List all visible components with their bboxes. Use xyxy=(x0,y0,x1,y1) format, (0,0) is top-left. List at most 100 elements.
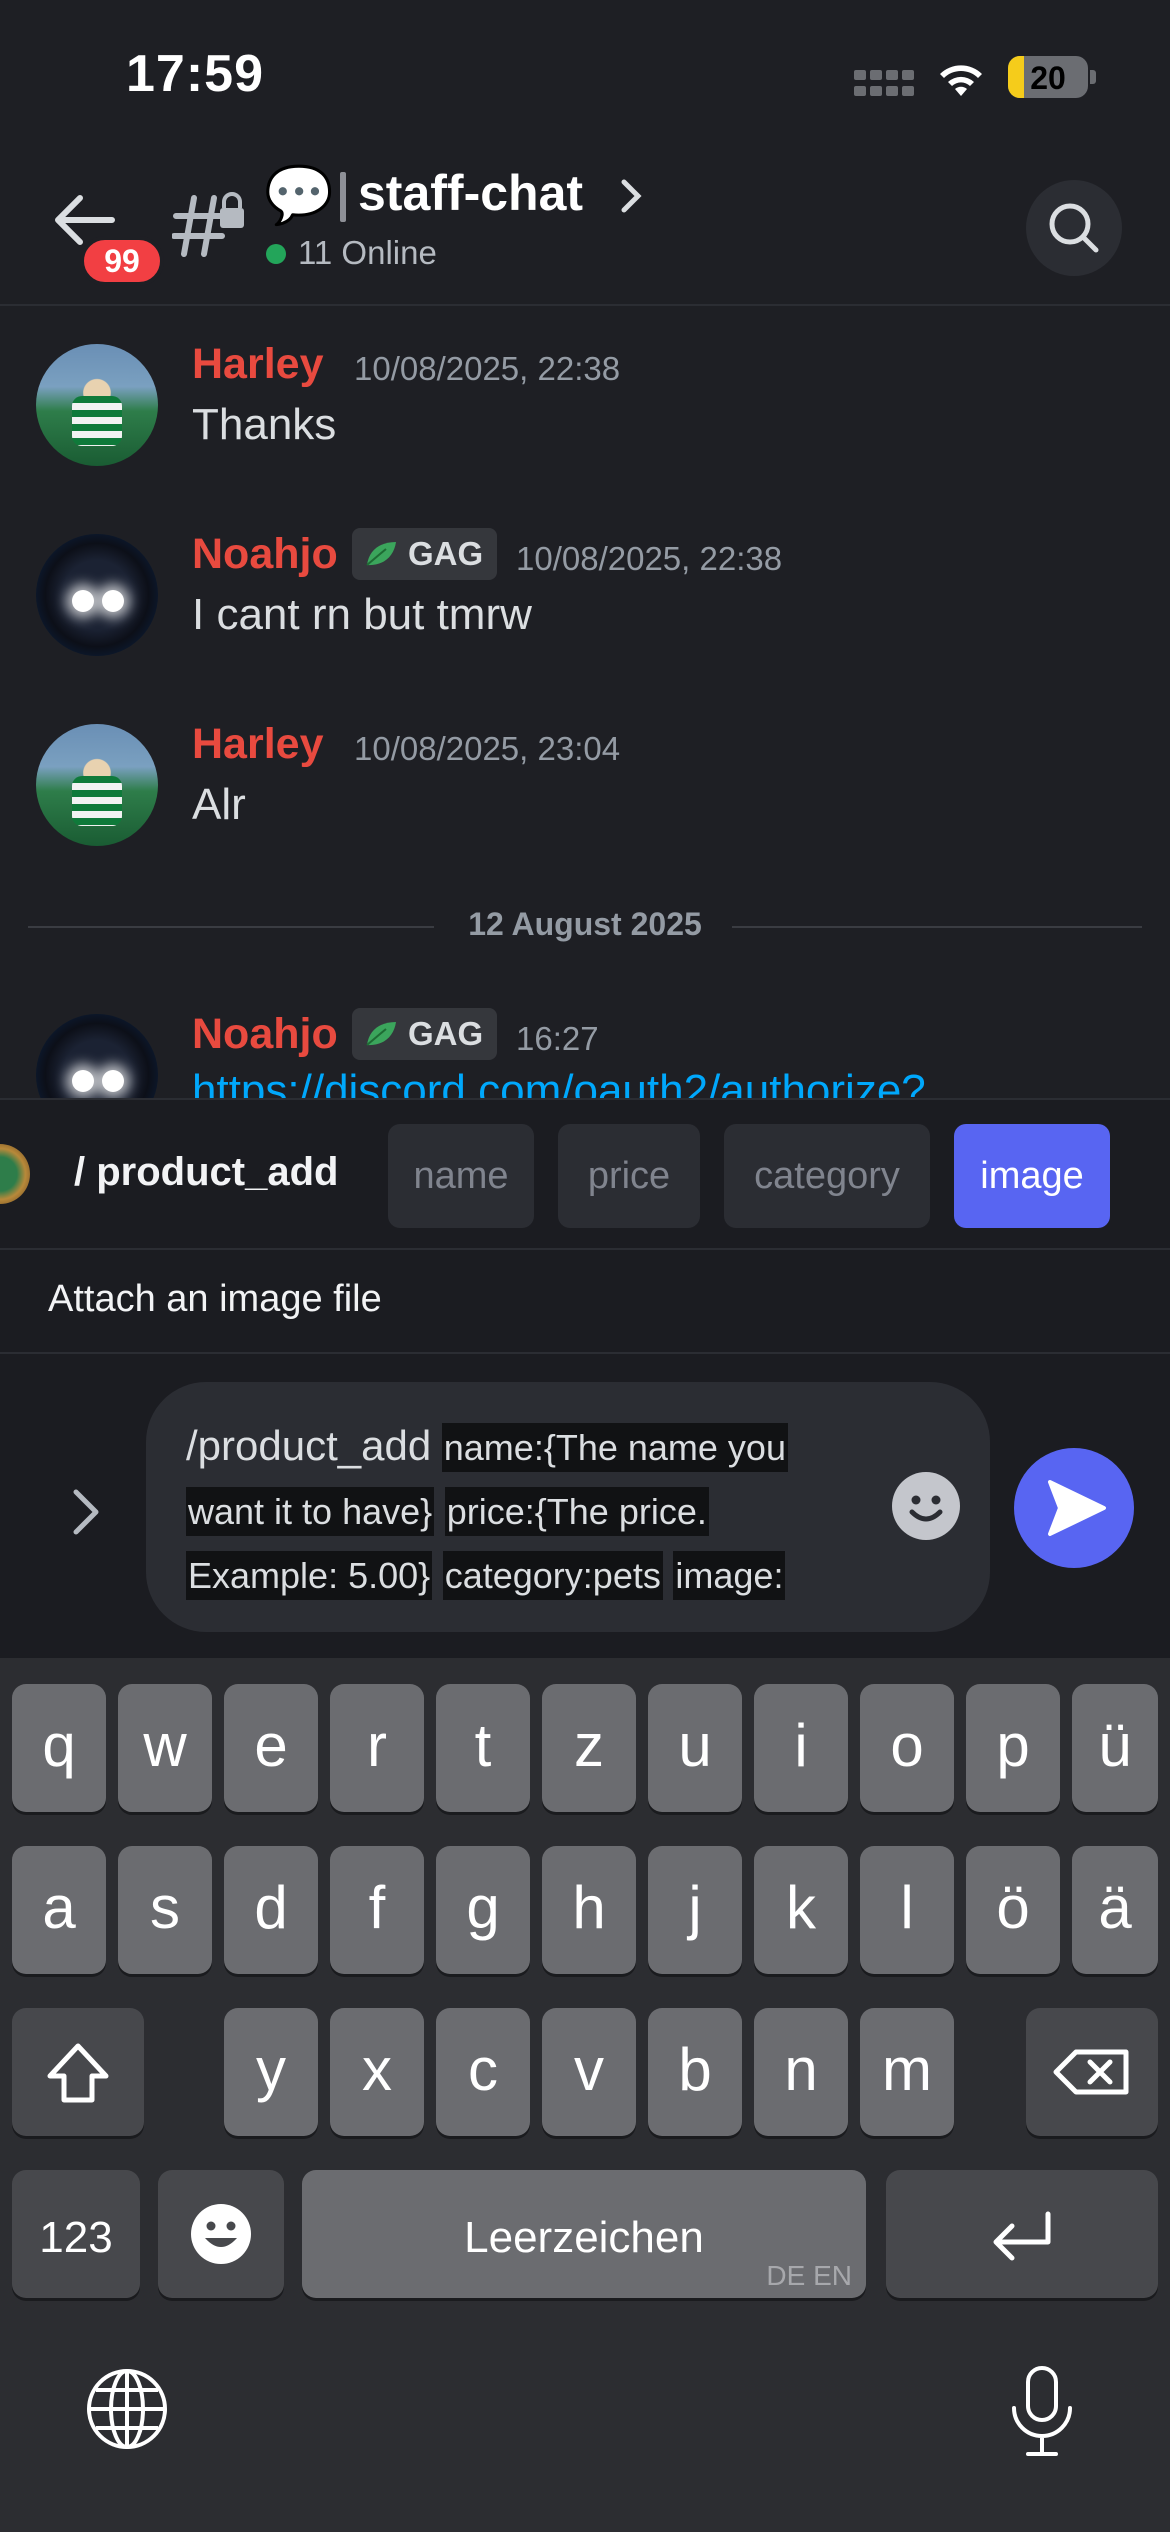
option-name[interactable]: name xyxy=(388,1124,534,1228)
key-f[interactable]: f xyxy=(330,1846,424,1974)
on-screen-keyboard: q w e r t z u i o p ü a s d f g h j k l … xyxy=(0,1658,1170,2532)
key-u-umlaut[interactable]: ü xyxy=(1072,1684,1158,1812)
option-price[interactable]: price xyxy=(558,1124,700,1228)
space-key-label: Leerzeichen xyxy=(464,2213,704,2262)
avatar[interactable] xyxy=(36,534,158,656)
key-z[interactable]: z xyxy=(542,1684,636,1812)
key-d[interactable]: d xyxy=(224,1846,318,1974)
key-q[interactable]: q xyxy=(12,1684,106,1812)
online-status-dot xyxy=(266,244,286,264)
numbers-key[interactable]: 123 xyxy=(12,2170,140,2298)
key-o[interactable]: o xyxy=(860,1684,954,1812)
option-image[interactable]: image xyxy=(954,1124,1110,1228)
key-j[interactable]: j xyxy=(648,1846,742,1974)
smiley-icon xyxy=(909,1495,943,1522)
key-a-umlaut[interactable]: ä xyxy=(1072,1846,1158,1974)
key-a[interactable]: a xyxy=(12,1846,106,1974)
key-i[interactable]: i xyxy=(754,1684,848,1812)
message-author[interactable]: Harley xyxy=(192,340,323,389)
date-divider-label: 12 August 2025 xyxy=(468,906,702,942)
return-key[interactable] xyxy=(886,2170,1158,2298)
avatar-eye xyxy=(72,1070,94,1092)
message-timestamp: 10/08/2025, 22:38 xyxy=(516,540,783,577)
battery-indicator: 20 xyxy=(1008,56,1088,98)
title-separator xyxy=(340,172,346,222)
option-chip-category[interactable]: category:pets xyxy=(442,1551,663,1600)
wifi-icon xyxy=(940,65,982,96)
emoji-key[interactable] xyxy=(158,2170,284,2298)
chevron-right-icon[interactable] xyxy=(616,178,646,214)
server-tag[interactable]: GAG xyxy=(352,1008,498,1060)
option-chip-name[interactable]: want it to have} xyxy=(186,1487,435,1536)
message-composer: /product_add name:{The name you want it … xyxy=(0,1354,1170,1658)
key-r[interactable]: r xyxy=(330,1684,424,1812)
server-tag-label: GAG xyxy=(408,535,484,572)
option-hint-row: Attach an image file xyxy=(0,1250,1170,1354)
locked-channel-icon xyxy=(172,192,244,257)
message-link[interactable]: https://discord.com/oauth2/authorize? xyxy=(192,1066,926,1098)
message-content: Thanks xyxy=(192,400,337,449)
key-w[interactable]: w xyxy=(118,1684,212,1812)
return-icon xyxy=(993,2211,1051,2261)
key-p[interactable]: p xyxy=(966,1684,1060,1812)
key-l[interactable]: l xyxy=(860,1846,954,1974)
key-m[interactable]: m xyxy=(860,2008,954,2136)
backspace-key[interactable] xyxy=(1026,2008,1158,2136)
avatar-eye xyxy=(102,1070,124,1092)
space-key[interactable]: Leerzeichen DE EN xyxy=(302,2170,866,2298)
key-y[interactable]: y xyxy=(224,2008,318,2136)
option-category[interactable]: category xyxy=(724,1124,930,1228)
message-input-text[interactable]: /product_add name:{The name you want it … xyxy=(186,1414,876,1608)
key-h[interactable]: h xyxy=(542,1846,636,1974)
message-timestamp: 16:27 xyxy=(516,1020,599,1057)
numbers-key-label: 123 xyxy=(39,2213,113,2262)
globe-icon[interactable] xyxy=(84,2366,170,2452)
backspace-icon xyxy=(1053,2049,1129,2095)
message-author[interactable]: Noahjo xyxy=(192,1010,338,1059)
key-x[interactable]: x xyxy=(330,2008,424,2136)
avatar[interactable] xyxy=(36,344,158,466)
bot-avatar xyxy=(0,1144,30,1204)
message-list[interactable]: Harley 10/08/2025, 22:38 Thanks Noahjo G… xyxy=(0,308,1170,1098)
keyboard-languages: DE EN xyxy=(766,2260,852,2291)
key-u[interactable]: u xyxy=(648,1684,742,1812)
option-chip-price[interactable]: Example: 5.00} xyxy=(186,1551,433,1600)
command-text: /product_add xyxy=(186,1422,432,1469)
shift-key[interactable] xyxy=(12,2008,144,2136)
unread-badge: 99 xyxy=(80,236,164,286)
message-input[interactable]: /product_add name:{The name you want it … xyxy=(146,1382,990,1632)
channel-title[interactable]: staff-chat xyxy=(358,164,583,222)
key-t[interactable]: t xyxy=(436,1684,530,1812)
key-b[interactable]: b xyxy=(648,2008,742,2136)
chevron-right-icon[interactable] xyxy=(66,1484,106,1540)
key-n[interactable]: n xyxy=(754,2008,848,2136)
search-button[interactable] xyxy=(1026,180,1122,276)
message-author[interactable]: Harley xyxy=(192,720,323,769)
leaf-icon xyxy=(366,1022,396,1046)
channel-header: 99 💬 staff-chat 11 Online xyxy=(0,150,1170,306)
key-e[interactable]: e xyxy=(224,1684,318,1812)
send-button[interactable] xyxy=(1014,1448,1134,1568)
key-g[interactable]: g xyxy=(436,1846,530,1974)
option-chip-price[interactable]: price:{The price. xyxy=(444,1487,709,1536)
option-chip-image[interactable]: image: xyxy=(673,1551,786,1600)
microphone-icon[interactable] xyxy=(1006,2364,1078,2460)
key-c[interactable]: c xyxy=(436,2008,530,2136)
key-o-umlaut[interactable]: ö xyxy=(966,1846,1060,1974)
avatar[interactable] xyxy=(36,1014,158,1098)
key-v[interactable]: v xyxy=(542,2008,636,2136)
emoji-icon xyxy=(191,2204,251,2264)
message-author[interactable]: Noahjo xyxy=(192,530,338,579)
option-chip-name[interactable]: name:{The name you xyxy=(441,1423,788,1472)
leaf-icon xyxy=(366,542,396,566)
avatar[interactable] xyxy=(36,724,158,846)
key-s[interactable]: s xyxy=(118,1846,212,1974)
date-divider: 12 August 2025 xyxy=(28,906,1142,946)
search-icon xyxy=(1049,203,1099,253)
shift-icon xyxy=(47,2043,109,2103)
message-content: Alr xyxy=(192,780,246,829)
server-tag[interactable]: GAG xyxy=(352,528,498,580)
emoji-button[interactable] xyxy=(892,1472,960,1540)
status-bar: 17:59 20 xyxy=(0,0,1170,150)
key-k[interactable]: k xyxy=(754,1846,848,1974)
